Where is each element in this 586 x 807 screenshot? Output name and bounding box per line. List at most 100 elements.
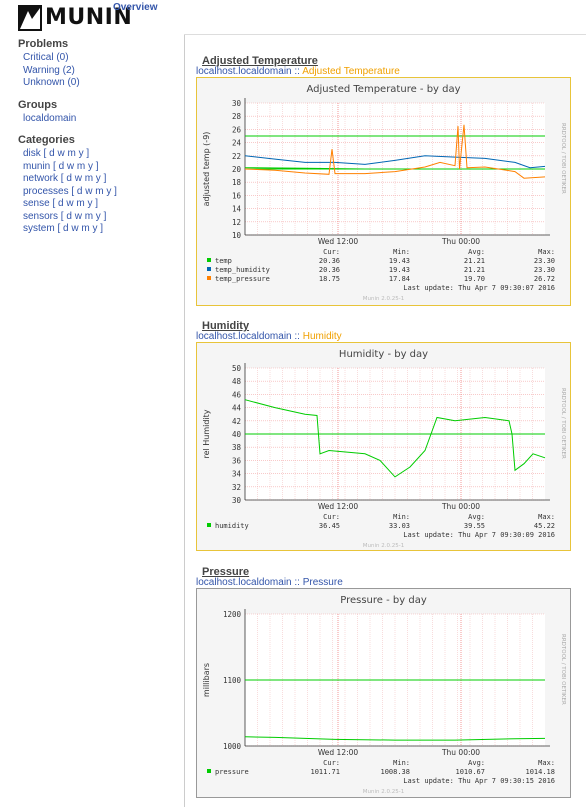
category-processes-link[interactable]: processes [ d w m y ]	[23, 186, 117, 197]
legend-name: temp	[215, 257, 232, 265]
graph-adjusted-temperature[interactable]: Adjusted Temperature - by day 10 12 14 16 18 2…	[196, 77, 571, 306]
y-tick-label: 46	[232, 390, 242, 399]
y-tick-label: 30	[232, 496, 242, 505]
legend-header: Max:	[538, 759, 555, 767]
legend-header: Max:	[538, 513, 555, 521]
legend-value-min: 1008.38	[380, 768, 410, 776]
x-tick-label: Thu 00:00	[441, 502, 480, 511]
legend-swatch	[207, 523, 211, 527]
y-tick-label: 16	[232, 191, 242, 200]
category-system-link[interactable]: system [ d w m y ]	[23, 223, 103, 234]
breadcrumb-current: Adjusted Temperature	[302, 66, 400, 77]
problem-warning-link[interactable]: Warning (2)	[23, 65, 75, 76]
category-sense-link[interactable]: sense [ d w m y ]	[23, 198, 98, 209]
x-tick-label: Wed 12:00	[318, 237, 359, 246]
legend-header: Cur:	[323, 513, 340, 521]
legend-header: Max:	[538, 248, 555, 256]
y-tick-label: 44	[232, 404, 242, 413]
sidebar-divider	[184, 35, 185, 807]
munin-version: Munin 2.0.25-1	[363, 543, 404, 549]
y-tick-label: 42	[232, 417, 241, 426]
y-axis-label: rel Humidity	[202, 409, 211, 458]
legend-name: pressure	[215, 768, 249, 776]
y-tick-label: 30	[232, 99, 242, 108]
breadcrumb-current: Pressure	[302, 577, 343, 588]
category-item: munin [ d w m y ]	[23, 161, 178, 174]
problem-warning: Warning (2)	[23, 65, 178, 78]
legend-swatch	[207, 276, 211, 280]
problems-heading: Problems	[18, 38, 69, 50]
header-divider	[184, 34, 586, 35]
legend-value-min: 17.84	[389, 275, 410, 283]
group-localdomain-link[interactable]: localdomain	[23, 113, 76, 124]
munin-logo-icon	[18, 5, 42, 31]
legend-header: Min:	[393, 759, 410, 767]
x-tick-label: Wed 12:00	[318, 502, 359, 511]
legend-header: Avg:	[468, 248, 485, 256]
category-network-link[interactable]: network [ d w m y ]	[23, 173, 106, 184]
rrdtool-credit: RRDTOOL / TOBI OETIKER	[560, 123, 566, 194]
x-tick-label: Thu 00:00	[441, 237, 480, 246]
y-tick-label: 48	[232, 377, 242, 386]
legend-value-cur: 36.45	[319, 522, 340, 530]
munin-version: Munin 2.0.25-1	[363, 296, 404, 302]
category-munin-link[interactable]: munin [ d w m y ]	[23, 161, 99, 172]
legend-value-avg: 19.70	[464, 275, 485, 283]
legend-swatch	[207, 267, 211, 271]
category-item: system [ d w m y ]	[23, 223, 178, 236]
graph-pressure[interactable]: Pressure - by day 1000 1100 1200 Wed 12:00 Th…	[196, 588, 571, 798]
legend-value-min: 19.43	[389, 257, 410, 265]
breadcrumb: localhost.localdomain :: Pressure	[196, 577, 343, 588]
legend-value-avg: 21.21	[464, 266, 485, 274]
problem-critical-link[interactable]: Critical (0)	[23, 52, 69, 63]
overview-link[interactable]: Overview	[113, 2, 157, 13]
category-disk-link[interactable]: disk [ d w m y ]	[23, 148, 89, 159]
graph-humidity[interactable]: Humidity - by day 30 32 34 36 38 40 42 44 46 48 50 W…	[196, 342, 571, 551]
y-tick-label: 38	[232, 443, 242, 452]
y-tick-label: 40	[232, 430, 242, 439]
category-item: sense [ d w m y ]	[23, 198, 178, 211]
breadcrumb-host-link[interactable]: localhost.localdomain	[196, 66, 292, 77]
legend-value-max: 45.22	[534, 522, 555, 530]
y-tick-label: 1100	[223, 676, 242, 685]
legend-header: Avg:	[468, 513, 485, 521]
legend-value-avg: 1010.67	[455, 768, 485, 776]
category-sensors-link[interactable]: sensors [ d w m y ]	[23, 211, 106, 222]
breadcrumb-host-link[interactable]: localhost.localdomain	[196, 577, 292, 588]
rrdtool-credit: RRDTOOL / TOBI OETIKER	[560, 388, 566, 459]
x-tick-label: Wed 12:00	[318, 748, 359, 757]
legend-value-min: 33.03	[389, 522, 410, 530]
category-item: network [ d w m y ]	[23, 173, 178, 186]
breadcrumb-separator: ::	[291, 66, 303, 77]
legend-value-max: 23.30	[534, 257, 555, 265]
chart-pressure: Pressure - by day 1000 1100 1200 Wed 12:00 Th…	[202, 595, 566, 795]
chart-title: Adjusted Temperature - by day	[306, 84, 460, 95]
groups-heading: Groups	[18, 98, 58, 111]
legend-name: temp_humidity	[215, 266, 270, 274]
categories-list: disk [ d w m y ] munin [ d w m y ] netwo…	[23, 148, 178, 236]
y-axis-label: adjusted temp (-9)	[202, 132, 211, 207]
y-tick-label: 14	[232, 205, 242, 214]
legend-value-cur: 20.36	[319, 266, 340, 274]
y-tick-label: 36	[232, 456, 242, 465]
problem-unknown-link[interactable]: Unknown (0)	[23, 77, 80, 88]
y-tick-label: 20	[232, 165, 242, 174]
sidebar: Problems Critical (0) Warning (2) Unknow…	[18, 38, 178, 245]
breadcrumb-host-link[interactable]: localhost.localdomain	[196, 331, 292, 342]
last-update: Last update: Thu Apr 7 09:30:15 2016	[403, 777, 555, 785]
chart-adjusted-temperature: Adjusted Temperature - by day 10 12 14 16 18 2…	[202, 84, 566, 302]
y-tick-label: 1000	[223, 742, 242, 751]
legend-value-min: 19.43	[389, 266, 410, 274]
legend-name: temp_pressure	[215, 275, 270, 283]
y-tick-label: 28	[232, 112, 242, 121]
legend-value-max: 1014.18	[525, 768, 555, 776]
y-tick-label: 10	[232, 231, 242, 240]
legend-value-avg: 39.55	[464, 522, 485, 530]
problems-list: Critical (0) Warning (2) Unknown (0)	[23, 52, 178, 90]
y-tick-label: 24	[232, 139, 242, 148]
munin-logo[interactable]: MUNIN	[18, 5, 132, 31]
breadcrumb: localhost.localdomain :: Humidity	[196, 331, 342, 342]
group-item: localdomain	[23, 113, 178, 126]
y-tick-label: 34	[232, 470, 242, 479]
chart-title: Humidity - by day	[339, 349, 428, 360]
